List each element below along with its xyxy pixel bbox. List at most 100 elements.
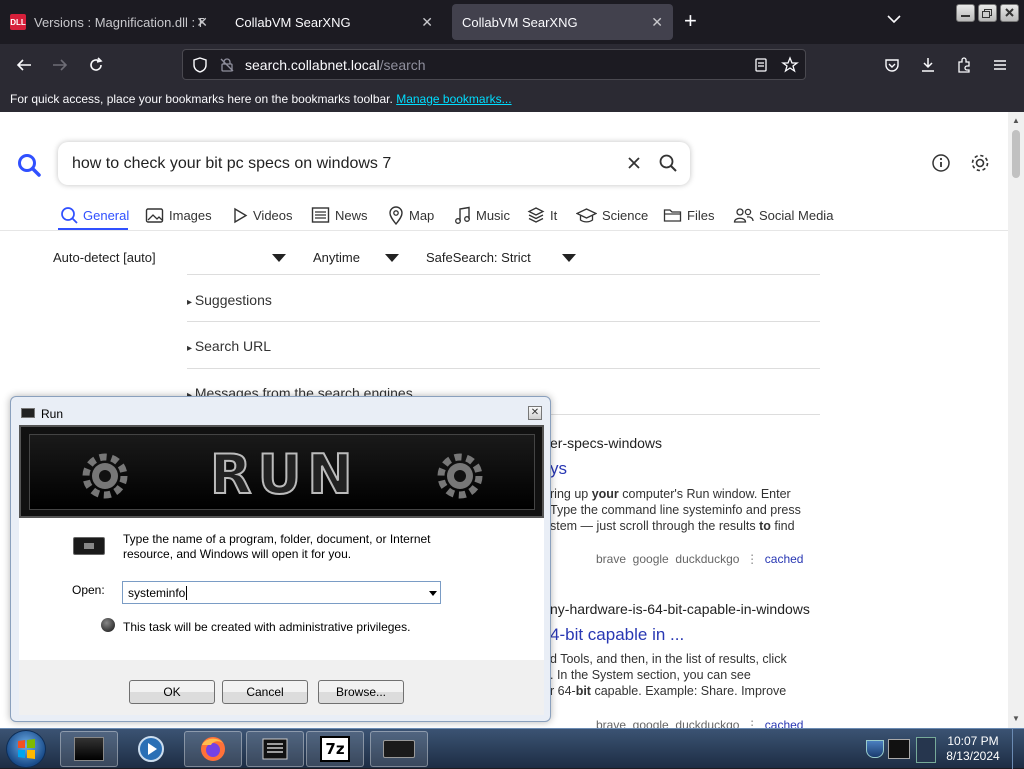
console-icon xyxy=(262,738,288,760)
run-program-icon xyxy=(73,537,105,555)
pocket-icon[interactable] xyxy=(879,52,905,78)
bookmark-star-icon[interactable] xyxy=(781,56,799,79)
tab-general[interactable]: General xyxy=(60,204,129,226)
suggestions-toggle[interactable]: ▸ Suggestions xyxy=(187,292,272,308)
terminal-icon xyxy=(74,737,104,761)
page-scrollbar[interactable]: ▲ ▼ xyxy=(1008,112,1024,728)
music-icon xyxy=(455,206,470,224)
tab-science[interactable]: Science xyxy=(576,204,648,226)
run-banner-logo: RUN xyxy=(209,442,359,507)
reload-icon[interactable] xyxy=(83,52,109,78)
combobox-dropdown-icon[interactable] xyxy=(429,591,437,596)
close-tab-icon[interactable]: ✕ xyxy=(421,14,433,31)
info-icon[interactable] xyxy=(931,153,951,178)
downloads-icon[interactable] xyxy=(915,52,941,78)
search-submit-icon[interactable] xyxy=(658,153,678,178)
safesearch-dropdown-icon[interactable] xyxy=(562,254,576,262)
back-icon[interactable] xyxy=(11,52,37,78)
time-range-select[interactable]: Anytime xyxy=(313,250,360,265)
safesearch-select[interactable]: SafeSearch: Strict xyxy=(426,250,531,265)
map-pin-icon xyxy=(389,205,403,225)
close-tab-icon[interactable]: ✕ xyxy=(651,14,663,31)
taskbar-app-media-player[interactable] xyxy=(122,731,180,767)
run-titlebar[interactable]: Run ✕ xyxy=(11,397,550,427)
url-text[interactable]: search.collabnet.local/search xyxy=(245,57,426,73)
result-snippet: ring up your computer's Run window. Ente… xyxy=(550,487,801,533)
list-all-tabs-icon[interactable] xyxy=(886,12,902,30)
close-window-button[interactable] xyxy=(1000,4,1019,22)
language-dropdown-icon[interactable] xyxy=(272,254,286,262)
menu-icon[interactable] xyxy=(987,52,1013,78)
tab-files[interactable]: Files xyxy=(663,204,714,226)
forward-icon[interactable] xyxy=(47,52,73,78)
gear-icon xyxy=(435,451,485,506)
result-url[interactable]: er-specs-windows xyxy=(550,435,662,451)
tab-collabvm-searxng[interactable]: CollabVM SearXNG ✕ xyxy=(225,4,443,40)
shield-icon[interactable] xyxy=(191,56,209,79)
tab-news[interactable]: News xyxy=(311,204,368,226)
run-description: Type the name of a program, folder, docu… xyxy=(123,532,431,561)
reader-view-icon[interactable] xyxy=(753,57,769,78)
new-tab-icon[interactable]: + xyxy=(684,10,697,32)
manage-bookmarks-link[interactable]: Manage bookmarks... xyxy=(396,92,511,106)
scroll-down-icon[interactable]: ▼ xyxy=(1012,714,1020,723)
clock[interactable]: 10:07 PM 8/13/2024 xyxy=(938,734,1008,764)
tab-it[interactable]: It xyxy=(527,204,557,226)
search-icon xyxy=(61,207,78,224)
open-input[interactable]: systeminfo xyxy=(128,586,185,600)
search-input[interactable]: how to check your bit pc specs on window… xyxy=(72,155,391,173)
tab-map[interactable]: Map xyxy=(388,204,434,226)
result-title[interactable]: 4-bit capable in ... xyxy=(550,625,684,645)
tab-images[interactable]: Images xyxy=(145,204,212,226)
tab-social-media[interactable]: Social Media xyxy=(733,204,833,226)
cached-link[interactable]: cached xyxy=(765,552,804,566)
result-snippet: d Tools, and then, in the list of result… xyxy=(550,652,787,698)
result-title[interactable]: ys xyxy=(550,459,567,479)
result-engines: brave google duckduckgo ⋮ cached xyxy=(596,552,804,566)
browse-button[interactable]: Browse... xyxy=(318,680,404,704)
tab-collabvm-searxng-active[interactable]: CollabVM SearXNG ✕ xyxy=(452,4,673,40)
action-center-icon[interactable] xyxy=(866,740,884,758)
taskbar-app-7zip[interactable]: 7z xyxy=(306,731,364,767)
open-combobox[interactable]: systeminfo xyxy=(122,581,441,604)
scroll-up-icon[interactable]: ▲ xyxy=(1012,116,1020,125)
page-info-icon[interactable] xyxy=(219,57,235,78)
tab-label: Map xyxy=(409,207,435,223)
run-dialog: Run ✕ RUN Type the name of a program, fo… xyxy=(10,396,551,722)
school-icon xyxy=(576,207,597,223)
volume-icon[interactable] xyxy=(916,737,936,763)
network-icon[interactable] xyxy=(888,739,910,759)
scroll-thumb[interactable] xyxy=(1012,130,1020,178)
url-bar[interactable]: search.collabnet.local/search xyxy=(182,49,806,80)
navigation-toolbar: search.collabnet.local/search xyxy=(0,44,1024,86)
tab-videos[interactable]: Videos xyxy=(232,204,293,226)
search-box[interactable]: how to check your bit pc specs on window… xyxy=(58,142,690,185)
tab-label: Images xyxy=(169,207,212,223)
show-desktop-button[interactable] xyxy=(1012,729,1024,769)
tab-music[interactable]: Music xyxy=(454,204,510,226)
divider xyxy=(187,368,820,369)
searxng-logo-icon[interactable] xyxy=(16,152,42,183)
result-url[interactable]: ny-hardware-is-64-bit-capable-in-windows xyxy=(550,601,810,617)
tab-versions[interactable]: DLL Versions : Magnification.dll : Fil ✕ xyxy=(0,4,218,40)
taskbar-app-run[interactable] xyxy=(370,731,428,767)
settings-gear-icon[interactable] xyxy=(969,152,991,179)
close-tab-icon[interactable]: ✕ xyxy=(196,14,208,31)
restore-button[interactable] xyxy=(978,4,997,22)
taskbar-app-terminal[interactable] xyxy=(60,731,118,767)
time-dropdown-icon[interactable] xyxy=(385,254,399,262)
tab-label: Videos xyxy=(253,207,293,223)
ok-button[interactable]: OK xyxy=(129,680,215,704)
clear-search-icon[interactable] xyxy=(626,155,642,176)
language-select[interactable]: Auto-detect [auto] xyxy=(53,250,156,265)
minimize-button[interactable] xyxy=(956,4,975,22)
extensions-icon[interactable] xyxy=(951,52,977,78)
taskbar-app-firefox[interactable] xyxy=(184,731,242,767)
taskbar-app-console[interactable] xyxy=(246,731,304,767)
taskbar: 7z 10:07 PM 8/13/2024 xyxy=(0,728,1024,769)
run-close-button[interactable]: ✕ xyxy=(528,406,542,420)
cached-link[interactable]: cached xyxy=(765,718,804,728)
search-url-toggle[interactable]: ▸ Search URL xyxy=(187,338,271,354)
start-button[interactable] xyxy=(6,730,46,768)
cancel-button[interactable]: Cancel xyxy=(222,680,308,704)
